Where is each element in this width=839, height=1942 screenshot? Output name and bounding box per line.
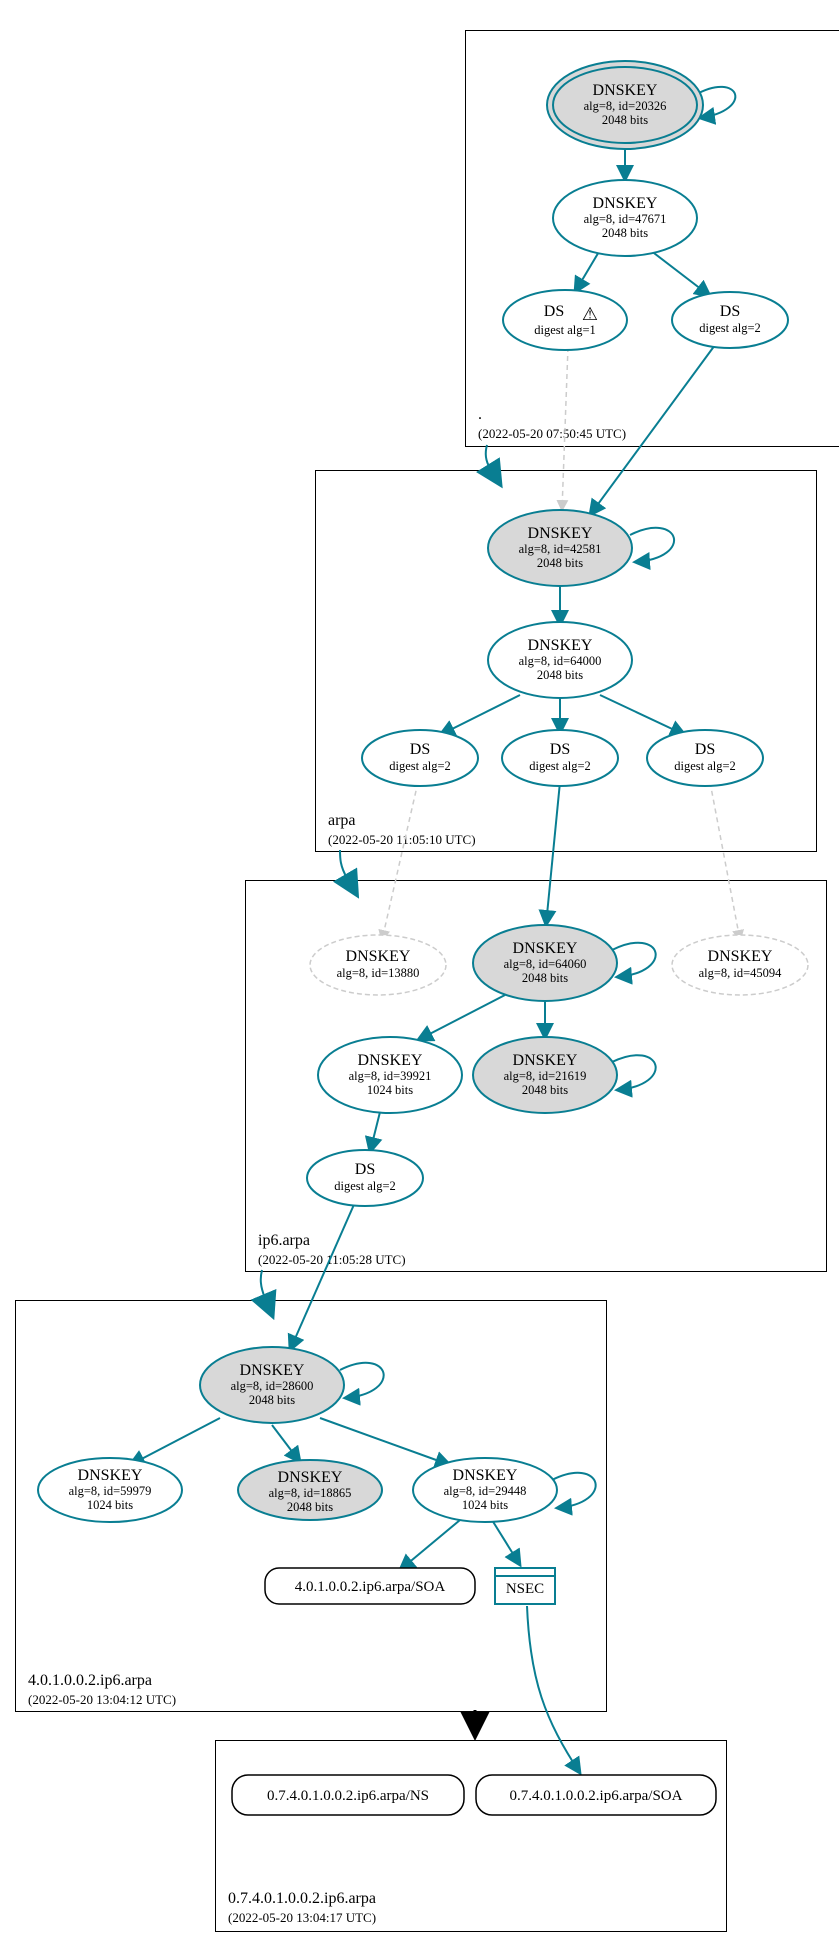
svg-text:2048 bits: 2048 bits xyxy=(602,226,648,240)
svg-text:DNSKEY: DNSKEY xyxy=(593,82,658,99)
z40-dnskey-18865: DNSKEY alg=8, id=18865 2048 bits xyxy=(238,1460,382,1520)
svg-text:2048 bits: 2048 bits xyxy=(537,668,583,682)
svg-text:NSEC: NSEC xyxy=(506,1581,544,1597)
svg-text:DS: DS xyxy=(410,741,430,758)
arpa-dnskey-ksk: DNSKEY alg=8, id=42581 2048 bits xyxy=(488,510,632,586)
svg-text:digest alg=1: digest alg=1 xyxy=(534,323,596,337)
svg-text:1024 bits: 1024 bits xyxy=(87,1498,133,1512)
svg-text:digest alg=2: digest alg=2 xyxy=(674,759,736,773)
svg-text:digest alg=2: digest alg=2 xyxy=(334,1179,396,1193)
z07-soa: 0.7.4.0.1.0.0.2.ip6.arpa/SOA xyxy=(476,1775,716,1815)
svg-text:digest alg=2: digest alg=2 xyxy=(389,759,451,773)
svg-text:2048 bits: 2048 bits xyxy=(537,556,583,570)
svg-text:DNSKEY: DNSKEY xyxy=(358,1052,423,1069)
root-ds-alg2: DS digest alg=2 xyxy=(672,292,788,348)
svg-text:alg=8, id=59979: alg=8, id=59979 xyxy=(69,1484,152,1498)
svg-text:DS: DS xyxy=(695,741,715,758)
svg-text:DNSKEY: DNSKEY xyxy=(593,195,658,212)
ip6-ds: DS digest alg=2 xyxy=(307,1150,423,1206)
svg-text:1024 bits: 1024 bits xyxy=(462,1498,508,1512)
svg-text:2048 bits: 2048 bits xyxy=(522,1083,568,1097)
z40-nsec: NSEC xyxy=(495,1568,555,1604)
svg-text:2048 bits: 2048 bits xyxy=(249,1393,295,1407)
svg-text:alg=8, id=29448: alg=8, id=29448 xyxy=(444,1484,527,1498)
svg-text:alg=8, id=20326: alg=8, id=20326 xyxy=(584,99,667,113)
svg-text:DNSKEY: DNSKEY xyxy=(528,525,593,542)
svg-text:0.7.4.0.1.0.0.2.ip6.arpa/SOA: 0.7.4.0.1.0.0.2.ip6.arpa/SOA xyxy=(510,1788,683,1804)
z40-dnskey-ksk: DNSKEY alg=8, id=28600 2048 bits xyxy=(200,1347,344,1423)
svg-text:4.0.1.0.0.2.ip6.arpa/SOA: 4.0.1.0.0.2.ip6.arpa/SOA xyxy=(295,1579,446,1595)
svg-text:1024 bits: 1024 bits xyxy=(367,1083,413,1097)
svg-text:DS: DS xyxy=(720,303,740,320)
arpa-dnskey-zsk: DNSKEY alg=8, id=64000 2048 bits xyxy=(488,622,632,698)
svg-text:DNSKEY: DNSKEY xyxy=(453,1467,518,1484)
arpa-ds-1: DS digest alg=2 xyxy=(362,730,478,786)
svg-text:DS: DS xyxy=(550,741,570,758)
ip6-dnskey-inactive-1: DNSKEY alg=8, id=13880 xyxy=(310,935,446,995)
z40-dnskey-59979: DNSKEY alg=8, id=59979 1024 bits xyxy=(38,1458,182,1522)
z07-ns: 0.7.4.0.1.0.0.2.ip6.arpa/NS xyxy=(232,1775,464,1815)
z40-soa: 4.0.1.0.0.2.ip6.arpa/SOA xyxy=(265,1568,475,1604)
svg-text:DNSKEY: DNSKEY xyxy=(513,940,578,957)
svg-text:digest alg=2: digest alg=2 xyxy=(529,759,591,773)
svg-text:alg=8, id=42581: alg=8, id=42581 xyxy=(519,542,602,556)
svg-text:2048 bits: 2048 bits xyxy=(602,113,648,127)
svg-text:2048 bits: 2048 bits xyxy=(522,971,568,985)
svg-text:alg=8, id=64060: alg=8, id=64060 xyxy=(504,957,587,971)
svg-text:2048 bits: 2048 bits xyxy=(287,1500,333,1514)
svg-text:DNSKEY: DNSKEY xyxy=(240,1362,305,1379)
svg-text:alg=8, id=21619: alg=8, id=21619 xyxy=(504,1069,587,1083)
svg-text:alg=8, id=47671: alg=8, id=47671 xyxy=(584,212,667,226)
ip6-dnskey-ksk: DNSKEY alg=8, id=64060 2048 bits xyxy=(473,925,617,1001)
root-dnskey-ksk: DNSKEY alg=8, id=20326 2048 bits xyxy=(547,61,703,149)
svg-text:alg=8, id=13880: alg=8, id=13880 xyxy=(337,966,420,980)
arpa-ds-2: DS digest alg=2 xyxy=(502,730,618,786)
svg-text:digest alg=2: digest alg=2 xyxy=(699,321,761,335)
svg-text:alg=8, id=18865: alg=8, id=18865 xyxy=(269,1486,352,1500)
ip6-dnskey-zsk-1: DNSKEY alg=8, id=39921 1024 bits xyxy=(318,1037,462,1113)
arpa-ds-3: DS digest alg=2 xyxy=(647,730,763,786)
ip6-dnskey-zsk-2: DNSKEY alg=8, id=21619 2048 bits xyxy=(473,1037,617,1113)
svg-text:DNSKEY: DNSKEY xyxy=(528,637,593,654)
svg-text:DS: DS xyxy=(544,303,564,320)
svg-text:alg=8, id=45094: alg=8, id=45094 xyxy=(699,966,783,980)
svg-text:alg=8, id=64000: alg=8, id=64000 xyxy=(519,654,602,668)
svg-text:DNSKEY: DNSKEY xyxy=(708,948,773,965)
svg-text:alg=8, id=28600: alg=8, id=28600 xyxy=(231,1379,314,1393)
svg-text:DNSKEY: DNSKEY xyxy=(78,1467,143,1484)
ip6-dnskey-inactive-2: DNSKEY alg=8, id=45094 xyxy=(672,935,808,995)
svg-text:DS: DS xyxy=(355,1161,375,1178)
svg-text:DNSKEY: DNSKEY xyxy=(278,1469,343,1486)
svg-text:DNSKEY: DNSKEY xyxy=(346,948,411,965)
root-dnskey-zsk: DNSKEY alg=8, id=47671 2048 bits xyxy=(553,180,697,256)
svg-text:alg=8, id=39921: alg=8, id=39921 xyxy=(349,1069,432,1083)
svg-text:DNSKEY: DNSKEY xyxy=(513,1052,578,1069)
warning-icon: ⚠ xyxy=(582,304,598,324)
root-ds-alg1: DS ⚠ digest alg=1 xyxy=(503,290,627,350)
svg-text:0.7.4.0.1.0.0.2.ip6.arpa/NS: 0.7.4.0.1.0.0.2.ip6.arpa/NS xyxy=(267,1788,429,1804)
z40-dnskey-29448: DNSKEY alg=8, id=29448 1024 bits xyxy=(413,1458,557,1522)
